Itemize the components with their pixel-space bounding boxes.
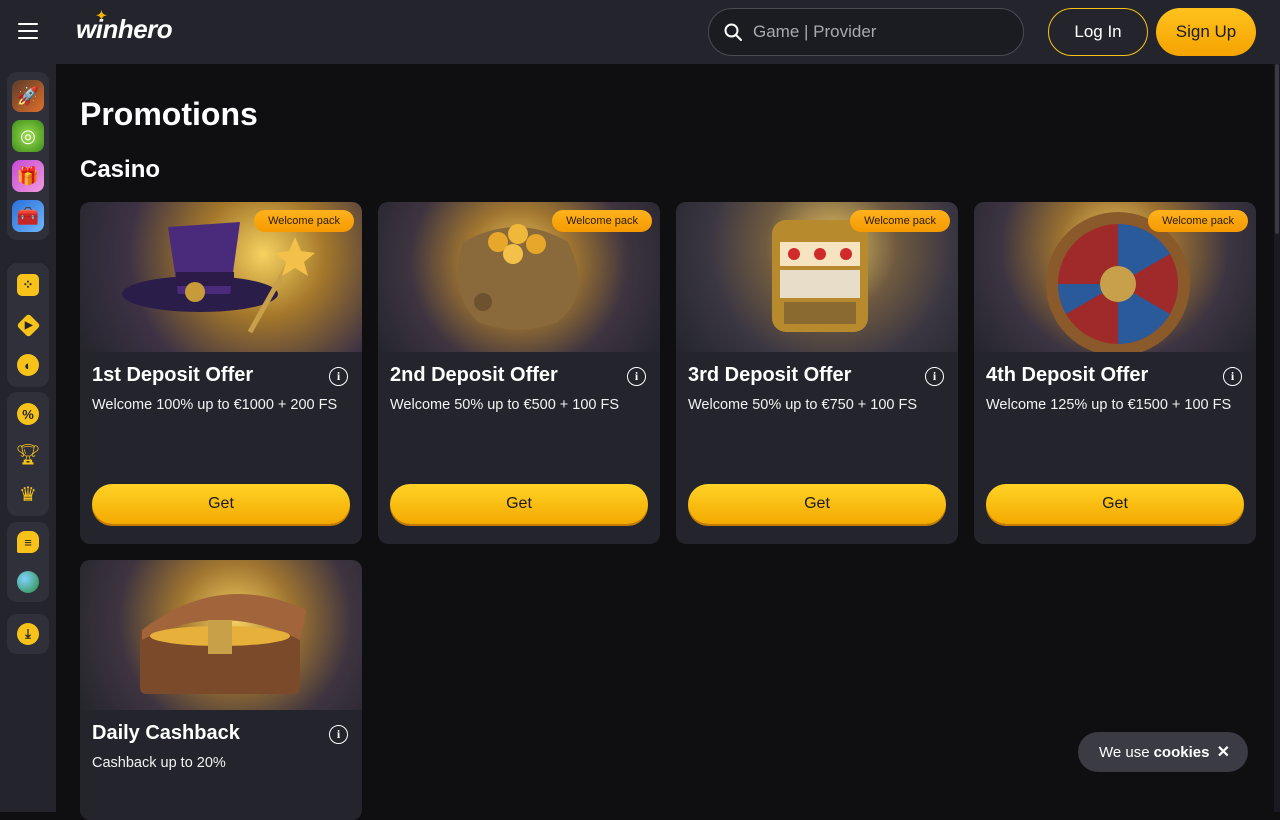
info-icon[interactable]: i bbox=[627, 367, 646, 386]
sidebar-nav-group-2: % 🏆︎ ♛ bbox=[7, 392, 49, 516]
promo-card[interactable]: Daily Cashback i Cashback up to 20% bbox=[80, 560, 362, 820]
promo-description: Welcome 125% up to €1500 + 100 FS bbox=[986, 397, 1232, 413]
sidebar-nav-group-4: ⤓ bbox=[7, 614, 49, 654]
cookie-link[interactable]: cookies bbox=[1154, 744, 1210, 761]
promo-title: 1st Deposit Offer bbox=[92, 364, 254, 386]
sidebar-item-vip[interactable]: ♛ bbox=[7, 474, 49, 514]
menu-icon[interactable] bbox=[18, 23, 38, 41]
promo-title: Daily Cashback bbox=[92, 722, 240, 744]
rocket-icon: 🚀 bbox=[12, 80, 44, 112]
treasure-chest-image bbox=[80, 560, 362, 710]
promo-card[interactable]: Welcome pack 2nd Deposit Offer i Welcome… bbox=[378, 202, 660, 544]
dice-icon: ⁘ bbox=[17, 274, 39, 296]
info-icon[interactable]: i bbox=[329, 725, 348, 744]
sidebar-item-casino[interactable]: ⁘ bbox=[7, 265, 49, 305]
search-input[interactable] bbox=[753, 22, 1013, 42]
logo[interactable]: winhero ✦ bbox=[76, 8, 173, 45]
diamond-arrow-icon: ▶ bbox=[15, 312, 41, 338]
sidebar-item-lime[interactable]: ◎ bbox=[7, 116, 49, 156]
lime-wheel-icon: ◎ bbox=[12, 120, 44, 152]
sidebar-item-sports[interactable]: ◐ bbox=[7, 345, 49, 385]
welcome-pack-badge: Welcome pack bbox=[850, 210, 950, 232]
get-button[interactable]: Get bbox=[390, 484, 648, 524]
fortune-wheel-image: Welcome pack bbox=[974, 202, 1256, 356]
sidebar-item-rocket[interactable]: 🚀 bbox=[7, 76, 49, 116]
close-icon[interactable]: ✕ bbox=[1217, 742, 1230, 762]
sidebar-nav-group-1: ⁘ ▶ ◐ bbox=[7, 263, 49, 387]
sidebar: 🚀 ◎ 🎁 🧰 ⁘ ▶ ◐ % 🏆︎ ♛ ≡ ⤓ bbox=[0, 64, 56, 812]
sidebar-games-group: 🚀 ◎ 🎁 🧰 bbox=[7, 72, 49, 240]
wizard-hat-image: Welcome pack bbox=[80, 202, 362, 352]
promo-description: Welcome 100% up to €1000 + 200 FS bbox=[92, 397, 338, 413]
info-icon[interactable]: i bbox=[925, 367, 944, 386]
treasure-box-icon: 🧰 bbox=[12, 200, 44, 232]
chat-icon: ≡ bbox=[17, 531, 39, 553]
promo-description: Cashback up to 20% bbox=[92, 755, 226, 771]
sidebar-item-tournaments[interactable]: 🏆︎ bbox=[7, 434, 49, 474]
promo-title: 2nd Deposit Offer bbox=[390, 364, 558, 386]
promo-card[interactable]: Welcome pack 4th Deposit Offer i Welcome… bbox=[974, 202, 1256, 544]
sidebar-item-live[interactable]: ▶ bbox=[7, 305, 49, 345]
sidebar-item-download[interactable]: ⤓ bbox=[7, 614, 49, 654]
promo-description: Welcome 50% up to €750 + 100 FS bbox=[688, 397, 918, 413]
cookie-banner: We use cookies ✕ bbox=[1078, 732, 1248, 772]
download-icon: ⤓ bbox=[17, 623, 39, 645]
sidebar-nav-group-3: ≡ bbox=[7, 522, 49, 602]
globe-icon bbox=[17, 571, 39, 593]
welcome-pack-badge: Welcome pack bbox=[254, 210, 354, 232]
promo-card[interactable]: Welcome pack 1st Deposit Offer i Welcome… bbox=[80, 202, 362, 544]
get-button[interactable]: Get bbox=[986, 484, 1244, 524]
sidebar-item-language[interactable] bbox=[7, 562, 49, 602]
scrollbar-thumb[interactable] bbox=[1275, 64, 1279, 234]
login-button[interactable]: Log In bbox=[1048, 8, 1148, 56]
info-icon[interactable]: i bbox=[329, 367, 348, 386]
sports-ball-icon: ◐ bbox=[17, 354, 39, 376]
promo-percent-icon: % bbox=[17, 403, 39, 425]
promo-description: Welcome 50% up to €500 + 100 FS bbox=[390, 397, 620, 413]
section-title: Casino bbox=[80, 156, 161, 183]
sidebar-item-chat[interactable]: ≡ bbox=[7, 522, 49, 562]
slot-machine-image: Welcome pack bbox=[676, 202, 958, 352]
promo-title: 3rd Deposit Offer bbox=[688, 364, 852, 386]
welcome-pack-badge: Welcome pack bbox=[552, 210, 652, 232]
top-bar: winhero✦ Log In Sign Up bbox=[0, 0, 1280, 64]
signup-button[interactable]: Sign Up bbox=[1156, 8, 1256, 56]
sidebar-item-promotions[interactable]: % bbox=[7, 394, 49, 434]
promo-title: 4th Deposit Offer bbox=[986, 364, 1149, 386]
info-icon[interactable]: i bbox=[1223, 367, 1242, 386]
promo-card[interactable]: Welcome pack 3rd Deposit Offer i Welcome… bbox=[676, 202, 958, 544]
get-button[interactable]: Get bbox=[688, 484, 946, 524]
get-button[interactable]: Get bbox=[92, 484, 350, 524]
welcome-pack-badge: Welcome pack bbox=[1148, 210, 1248, 232]
sidebar-item-gift[interactable]: 🎁 bbox=[7, 156, 49, 196]
main-content: Promotions Casino Welcome pack 1st Depos… bbox=[56, 64, 1274, 820]
coin-bag-image: Welcome pack bbox=[378, 202, 660, 352]
search-bar[interactable] bbox=[708, 8, 1024, 56]
crown-icon: ♛ bbox=[19, 483, 37, 506]
trophy-icon: 🏆︎ bbox=[15, 443, 41, 466]
scrollbar[interactable] bbox=[1274, 64, 1280, 812]
page-title: Promotions bbox=[80, 96, 258, 132]
search-icon bbox=[724, 23, 742, 41]
cookie-text: We use bbox=[1099, 743, 1150, 761]
gift-box-icon: 🎁 bbox=[12, 160, 44, 192]
logo-text: winhero bbox=[76, 14, 173, 44]
logo-star-icon: ✦ bbox=[96, 8, 107, 23]
sidebar-item-chest[interactable]: 🧰 bbox=[7, 196, 49, 236]
